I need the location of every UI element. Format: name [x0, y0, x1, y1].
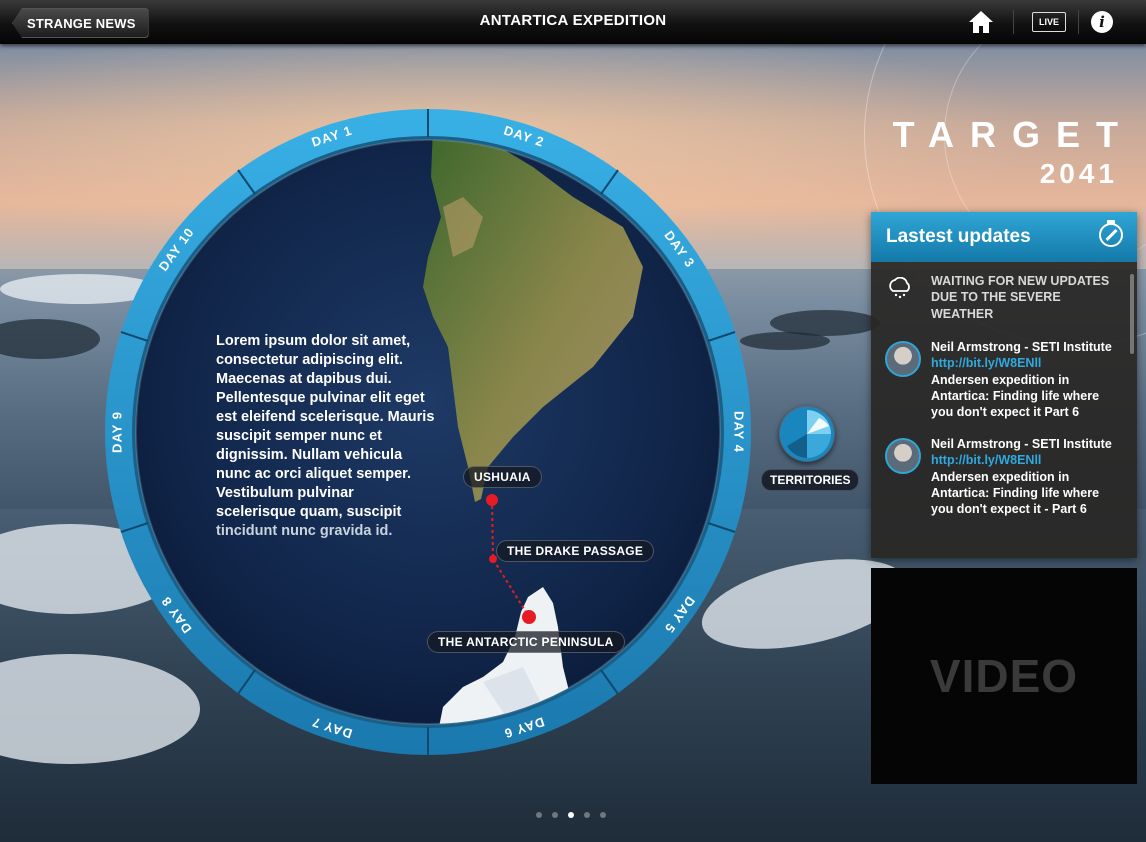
- place-label-drake-passage[interactable]: THE DRAKE PASSAGE: [496, 540, 655, 562]
- page-dot[interactable]: [600, 812, 606, 818]
- update-text: WAITING FOR NEW UPDATES DUE TO THE SEVER…: [931, 274, 1110, 321]
- update-link[interactable]: http://bit.ly/W8ENll: [931, 356, 1041, 370]
- map-description-text: Lorem ipsum dolor sit amet, consectetur …: [216, 333, 435, 520]
- territories-pie-icon: [780, 407, 834, 461]
- update-text: Andersen expedition in Antartica: Findin…: [931, 469, 1100, 517]
- territories-button[interactable]: TERRITORIES: [761, 406, 860, 491]
- update-content: Neil Armstrong - SETI Institute http://b…: [931, 339, 1123, 420]
- info-icon[interactable]: i: [1091, 11, 1113, 33]
- route-marker-drake: [489, 555, 497, 563]
- video-placeholder-label: VIDEO: [929, 650, 1079, 702]
- home-icon[interactable]: [968, 10, 994, 34]
- place-label-antarctic-peninsula[interactable]: THE ANTARCTIC PENINSULA: [427, 631, 625, 653]
- toolbar-divider: [1013, 10, 1014, 34]
- map-description-tail: tincidunt nunc gravida id.: [216, 523, 393, 539]
- stopwatch-icon[interactable]: [1099, 220, 1123, 247]
- updates-scrollbar[interactable]: [1130, 274, 1134, 354]
- brand-year: 2041: [1039, 158, 1118, 189]
- page-dot[interactable]: [568, 812, 574, 818]
- update-text: Andersen expedition in Antartica: Findin…: [931, 372, 1100, 420]
- updates-title: Lastest updates: [886, 226, 1031, 247]
- update-author: Neil Armstrong - SETI Institute: [931, 340, 1112, 354]
- update-content: Neil Armstrong - SETI Institute http://b…: [931, 436, 1123, 517]
- page-dot[interactable]: [536, 812, 542, 818]
- updates-header: Lastest updates: [871, 212, 1137, 262]
- update-author: Neil Armstrong - SETI Institute: [931, 437, 1112, 451]
- route-marker-peninsula: [522, 610, 536, 624]
- page-dot[interactable]: [584, 812, 590, 818]
- avatar: [885, 438, 921, 474]
- update-link[interactable]: http://bit.ly/W8ENll: [931, 453, 1041, 467]
- day-label-4[interactable]: DAY 4: [732, 411, 747, 453]
- video-player[interactable]: VIDEO: [871, 568, 1137, 784]
- latest-updates-panel: Lastest updates WAITING FOR NEW UPDATES …: [871, 212, 1137, 558]
- page-indicator[interactable]: [536, 812, 606, 818]
- page-dot[interactable]: [552, 812, 558, 818]
- live-label: LIVE: [1038, 17, 1059, 27]
- map-description: Lorem ipsum dolor sit amet, consectetur …: [216, 332, 436, 541]
- brand-title: TARGET: [892, 114, 1134, 155]
- day-label-9[interactable]: DAY 9: [109, 411, 124, 453]
- territories-label: TERRITORIES: [761, 469, 860, 491]
- avatar: [885, 341, 921, 377]
- route-marker-ushuaia: [486, 494, 498, 506]
- toolbar-divider: [1078, 10, 1079, 34]
- brand-logo: TARGET 2041: [893, 114, 1118, 190]
- cloud-icon: [889, 277, 910, 299]
- place-label-ushuaia[interactable]: USHUAIA: [463, 466, 542, 488]
- top-navigation-bar: STRANGE NEWS ANTARTICA EXPEDITION LIVE i: [0, 0, 1146, 44]
- live-tv-icon[interactable]: LIVE: [1032, 12, 1066, 32]
- rock-island: [740, 332, 830, 350]
